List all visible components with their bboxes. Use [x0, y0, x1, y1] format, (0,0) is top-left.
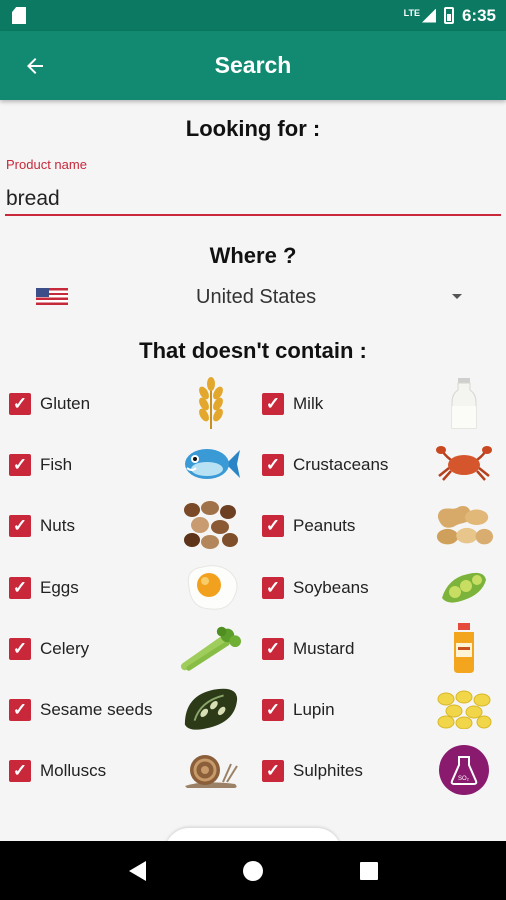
milk-checkbox[interactable]: ✓ [262, 393, 284, 415]
crustaceans-checkbox[interactable]: ✓ [262, 454, 284, 476]
navigation-bar [0, 841, 506, 900]
back-button[interactable] [0, 31, 70, 100]
allergen-gluten[interactable]: ✓ Gluten [9, 372, 249, 434]
allergens-heading: That doesn't contain : [139, 338, 367, 363]
allergen-eggs[interactable]: ✓ Eggs [9, 556, 249, 618]
gluten-checkbox[interactable]: ✓ [9, 393, 31, 415]
dropdown-arrow-icon [452, 294, 462, 299]
signal-icon [421, 8, 436, 23]
celery-checkbox[interactable]: ✓ [9, 638, 31, 660]
product-name-input[interactable] [5, 183, 501, 216]
arrow-left-icon [27, 57, 43, 74]
allergen-celery[interactable]: ✓ Celery [9, 617, 249, 679]
product-name-label: Product name [6, 157, 87, 172]
us-flag-icon [36, 288, 68, 305]
allergen-molluscs[interactable]: ✓ Molluscs [9, 739, 249, 801]
wheat-icon [181, 376, 241, 430]
allergen-label: Fish [40, 455, 73, 474]
clock: 6:35 [461, 5, 496, 25]
allergen-fish[interactable]: ✓ Fish [9, 433, 249, 495]
allergen-peanuts[interactable]: ✓ Peanuts [262, 494, 502, 556]
molluscs-checkbox[interactable]: ✓ [9, 760, 31, 782]
soybeans-checkbox[interactable]: ✓ [262, 577, 284, 599]
sulphites-checkbox[interactable]: ✓ [262, 760, 284, 782]
nuts-icon [181, 498, 241, 552]
allergen-label: Soybeans [293, 578, 369, 597]
allergen-label: Molluscs [40, 761, 107, 780]
nav-home-icon[interactable] [242, 860, 263, 881]
allergen-label: Lupin [293, 700, 335, 719]
allergen-crustaceans[interactable]: ✓ Crustaceans [262, 433, 502, 495]
sesame-seeds-checkbox[interactable]: ✓ [9, 699, 31, 721]
country-name: United States [196, 286, 317, 308]
sd-card-icon [12, 7, 26, 24]
allergen-sulphites[interactable]: ✓ Sulphites SO₂ [262, 739, 502, 801]
milk-bottle-icon [434, 376, 494, 430]
allergen-label: Celery [40, 639, 90, 658]
celery-icon [181, 621, 241, 675]
allergen-label: Sesame seeds [40, 700, 153, 719]
network-type: LTE [403, 7, 420, 18]
allergen-label: Eggs [40, 578, 79, 597]
looking-for-heading: Looking for : [185, 116, 321, 141]
allergen-sesame-seeds[interactable]: ✓ Sesame seeds [9, 678, 249, 740]
peanuts-checkbox[interactable]: ✓ [262, 515, 284, 537]
allergen-label: Mustard [293, 639, 355, 658]
fish-icon [181, 437, 241, 491]
allergen-label: Gluten [40, 394, 91, 413]
allergen-mustard[interactable]: ✓ Mustard [262, 617, 502, 679]
allergen-label: Crustaceans [293, 455, 389, 474]
allergen-nuts[interactable]: ✓ Nuts [9, 494, 249, 556]
lupin-icon [434, 682, 494, 736]
page-title: Search [214, 52, 292, 78]
allergen-soybeans[interactable]: ✓ Soybeans [262, 556, 502, 618]
flask-icon: SO₂ [434, 743, 494, 797]
peanuts-icon [434, 498, 494, 552]
nav-recents-icon[interactable] [359, 861, 378, 880]
snail-icon [181, 743, 241, 797]
fried-egg-icon [181, 560, 241, 614]
mustard-checkbox[interactable]: ✓ [262, 638, 284, 660]
fish-checkbox[interactable]: ✓ [9, 454, 31, 476]
lupin-checkbox[interactable]: ✓ [262, 699, 284, 721]
nav-back-icon[interactable] [128, 860, 146, 881]
status-bar: LTE 6:35 [0, 0, 506, 31]
allergen-label: Peanuts [293, 516, 356, 535]
allergen-milk[interactable]: ✓ Milk [262, 372, 502, 434]
app-bar: Search [0, 31, 506, 100]
soybean-icon [434, 560, 494, 614]
eggs-checkbox[interactable]: ✓ [9, 577, 31, 599]
crab-icon [434, 437, 494, 491]
allergen-label: Nuts [40, 516, 75, 535]
sesame-icon [181, 682, 241, 736]
svg-text:SO₂: SO₂ [458, 776, 470, 782]
battery-icon [443, 7, 454, 24]
allergen-label: Milk [293, 394, 324, 413]
allergen-lupin[interactable]: ✓ Lupin [262, 678, 502, 740]
where-heading: Where ? [209, 243, 297, 268]
mustard-icon [434, 621, 494, 675]
nuts-checkbox[interactable]: ✓ [9, 515, 31, 537]
country-select[interactable]: United States [0, 280, 506, 314]
allergen-label: Sulphites [293, 761, 363, 780]
